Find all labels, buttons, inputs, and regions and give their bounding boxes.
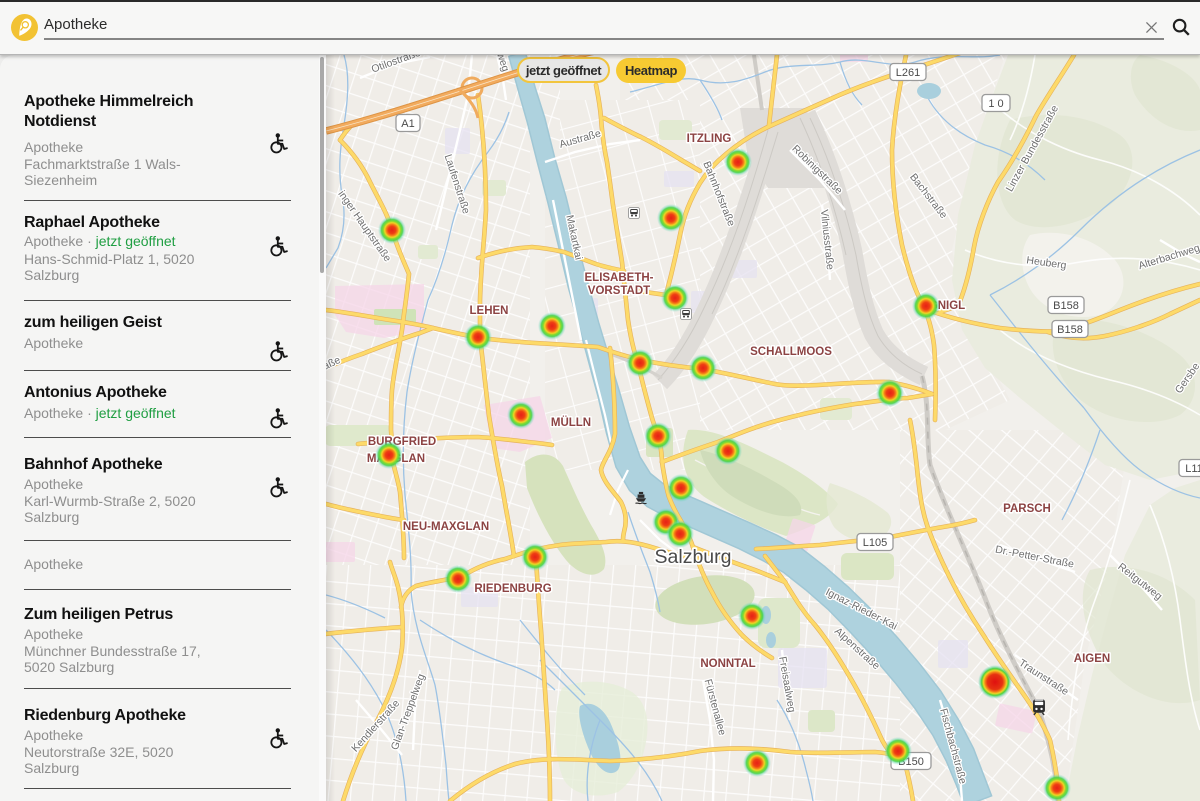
svg-text:MÜLLN: MÜLLN (551, 416, 591, 429)
svg-text:ITZLING: ITZLING (687, 133, 732, 145)
svg-text:L11: L11 (1185, 463, 1200, 475)
svg-text:B158: B158 (1053, 300, 1079, 312)
svg-text:AIGEN: AIGEN (1074, 653, 1110, 665)
svg-text:L261: L261 (896, 67, 920, 79)
svg-text:L105: L105 (863, 537, 887, 549)
svg-text:ELISABETH-: ELISABETH- (585, 272, 654, 284)
svg-text:RIEDENBURG: RIEDENBURG (474, 583, 551, 595)
svg-text:PARSCH: PARSCH (1003, 503, 1051, 515)
svg-text:NONNTAL: NONNTAL (700, 658, 755, 670)
svg-text:1 0: 1 0 (988, 98, 1003, 110)
svg-text:BURGFRIED: BURGFRIED (368, 436, 436, 448)
svg-text:Salzburg: Salzburg (655, 546, 732, 568)
svg-text:NEU-MAXGLAN: NEU-MAXGLAN (403, 521, 489, 533)
svg-text:SCHALLMOOS: SCHALLMOOS (750, 346, 832, 358)
svg-text:A1: A1 (401, 118, 414, 130)
svg-text:LEHEN: LEHEN (470, 305, 509, 317)
svg-text:B158: B158 (1057, 324, 1083, 336)
svg-text:VORSTADT: VORSTADT (588, 285, 650, 297)
